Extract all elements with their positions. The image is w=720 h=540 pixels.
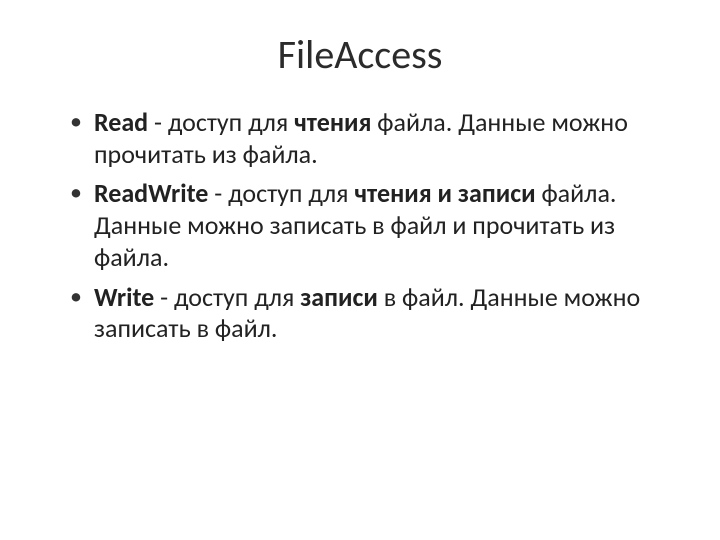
item-emphasis: записи — [300, 281, 378, 313]
item-sep: - доступ для — [154, 281, 300, 313]
slide: FileAccess Read - доступ для чтения файл… — [0, 0, 720, 540]
item-sep: - доступ для — [208, 177, 354, 209]
item-keyword: Write — [94, 281, 154, 313]
bullet-list: Read - доступ для чтения файла. Данные м… — [68, 107, 660, 345]
slide-title: FileAccess — [60, 30, 660, 79]
item-emphasis: чтения — [294, 106, 371, 138]
item-emphasis: чтения и записи — [354, 177, 535, 209]
item-keyword: Read — [94, 106, 148, 138]
item-keyword: ReadWrite — [94, 177, 208, 209]
item-sep: - доступ для — [148, 106, 294, 138]
list-item: Read - доступ для чтения файла. Данные м… — [68, 107, 660, 170]
list-item: Write - доступ для записи в файл. Данные… — [68, 282, 660, 345]
list-item: ReadWrite - доступ для чтения и записи ф… — [68, 178, 660, 273]
